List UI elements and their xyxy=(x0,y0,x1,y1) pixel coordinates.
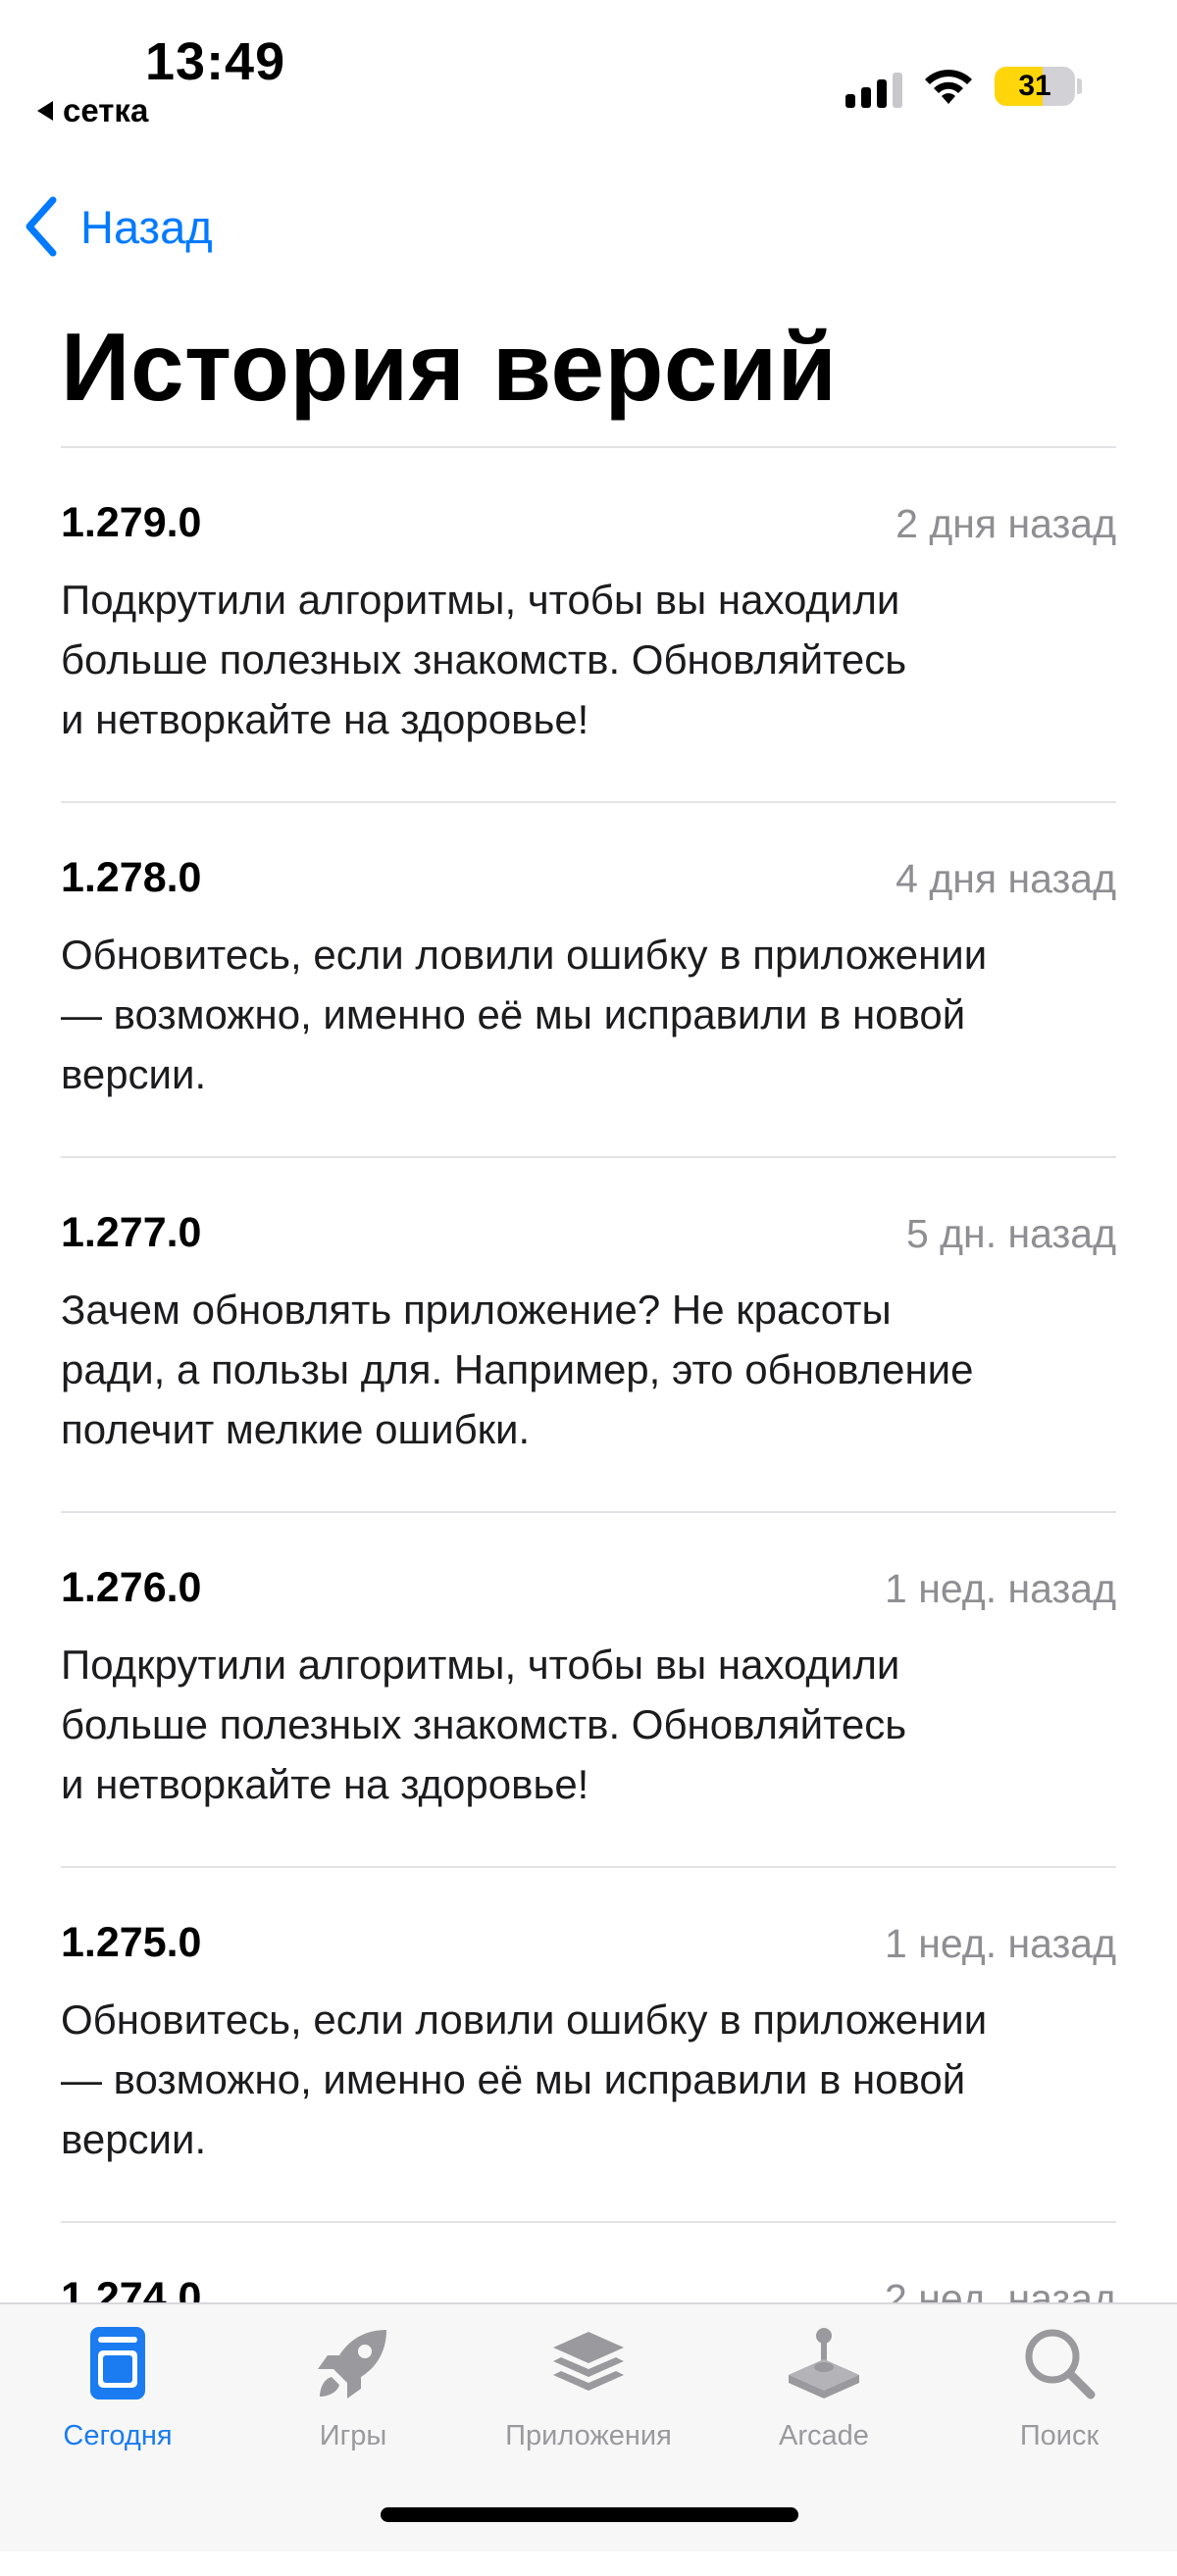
release-notes: Подкрутили алгоритмы, чтобы вы находили … xyxy=(61,1635,1116,1814)
joystick-icon xyxy=(785,2322,863,2404)
tab-today[interactable]: Сегодня xyxy=(0,2322,235,2479)
release-notes: Зачем обновлять приложение? Не красоты р… xyxy=(61,1280,1116,1459)
version-entry: 1.278.0 4 дня назад Обновитесь, если лов… xyxy=(61,801,1116,1156)
version-history-list[interactable]: 1.279.0 2 дня назад Подкрутили алгоритмы… xyxy=(61,446,1116,2576)
version-number: 1.278.0 xyxy=(61,854,202,901)
tab-games[interactable]: Игры xyxy=(235,2322,471,2479)
tab-label: Arcade xyxy=(779,2420,869,2451)
battery-icon: 31 xyxy=(995,67,1075,106)
release-notes-line: — возможно, именно её мы исправили в нов… xyxy=(61,991,966,1037)
release-notes-line: Подкрутили алгоритмы, чтобы вы находили xyxy=(61,577,900,623)
back-app-label: сетка xyxy=(63,92,149,128)
version-entry: 1.279.0 2 дня назад Подкрутили алгоритмы… xyxy=(61,446,1116,801)
version-date: 2 дня назад xyxy=(896,501,1116,546)
release-notes-line: версии. xyxy=(61,2116,207,2162)
version-date: 1 нед. назад xyxy=(885,1921,1116,1966)
battery-level: 31 xyxy=(1018,70,1051,102)
release-notes: Обновитесь, если ловили ошибку в приложе… xyxy=(61,1990,1116,2169)
tab-label: Сегодня xyxy=(63,2420,173,2451)
release-notes-line: и нетворкайте на здоровье! xyxy=(61,1761,589,1807)
release-notes-line: и нетворкайте на здоровье! xyxy=(61,696,589,742)
rocket-icon xyxy=(314,2322,392,2404)
tab-label: Приложения xyxy=(505,2420,672,2451)
tab-label: Игры xyxy=(319,2420,387,2451)
version-number: 1.277.0 xyxy=(61,1209,202,1256)
version-entry: 1.275.0 1 нед. назад Обновитесь, если ло… xyxy=(61,1866,1116,2221)
release-notes-line: Обновитесь, если ловили ошибку в приложе… xyxy=(61,932,988,978)
release-notes-line: Зачем обновлять приложение? Не красоты xyxy=(61,1287,892,1333)
release-notes-line: больше полезных знакомств. Обновляйтесь xyxy=(61,1701,907,1747)
release-notes-line: Подкрутили алгоритмы, чтобы вы находили xyxy=(61,1642,900,1688)
battery-cap xyxy=(1077,78,1082,94)
version-entry: 1.277.0 5 дн. назад Зачем обновлять прил… xyxy=(61,1156,1116,1511)
tab-search[interactable]: Поиск xyxy=(942,2322,1177,2479)
back-triangle-icon xyxy=(37,101,53,121)
tab-arcade[interactable]: Arcade xyxy=(706,2322,942,2479)
version-number: 1.279.0 xyxy=(61,499,202,546)
status-time: 13:49 xyxy=(145,32,286,91)
today-icon xyxy=(78,2322,157,2404)
version-number: 1.275.0 xyxy=(61,1919,202,1966)
chevron-left-icon xyxy=(26,196,57,257)
release-notes-line: больше полезных знакомств. Обновляйтесь xyxy=(61,636,907,682)
version-number: 1.276.0 xyxy=(61,1564,202,1611)
release-notes-line: полечит мелкие ошибки. xyxy=(61,1406,531,1452)
nav-back-label: Назад xyxy=(80,200,213,253)
cellular-signal-icon xyxy=(845,71,904,108)
release-notes-line: версии. xyxy=(61,1051,207,1097)
version-date: 1 нед. назад xyxy=(885,1566,1116,1611)
tab-apps[interactable]: Приложения xyxy=(471,2322,706,2479)
page-title: История версий xyxy=(61,313,838,421)
version-date: 4 дня назад xyxy=(896,856,1116,901)
release-notes: Подкрутили алгоритмы, чтобы вы находили … xyxy=(61,570,1116,749)
status-bar: 13:49 сетка 31 xyxy=(0,0,1177,147)
version-date: 5 дн. назад xyxy=(905,1211,1116,1256)
release-notes-line: — возможно, именно её мы исправили в нов… xyxy=(61,2056,966,2102)
release-notes: Обновитесь, если ловили ошибку в приложе… xyxy=(61,925,1116,1104)
wifi-icon xyxy=(925,70,972,104)
release-notes-line: Обновитесь, если ловили ошибку в приложе… xyxy=(61,1996,988,2043)
home-indicator[interactable] xyxy=(381,2507,798,2522)
nav-back-button[interactable]: Назад xyxy=(24,192,213,261)
apps-stack-icon xyxy=(549,2322,628,2404)
search-icon xyxy=(1020,2322,1099,2404)
back-to-app-link[interactable]: сетка xyxy=(37,92,148,129)
version-entry: 1.276.0 1 нед. назад Подкрутили алгоритм… xyxy=(61,1511,1116,1866)
tab-label: Поиск xyxy=(1019,2420,1100,2451)
release-notes-line: ради, а пользы для. Например, это обновл… xyxy=(61,1346,974,1392)
